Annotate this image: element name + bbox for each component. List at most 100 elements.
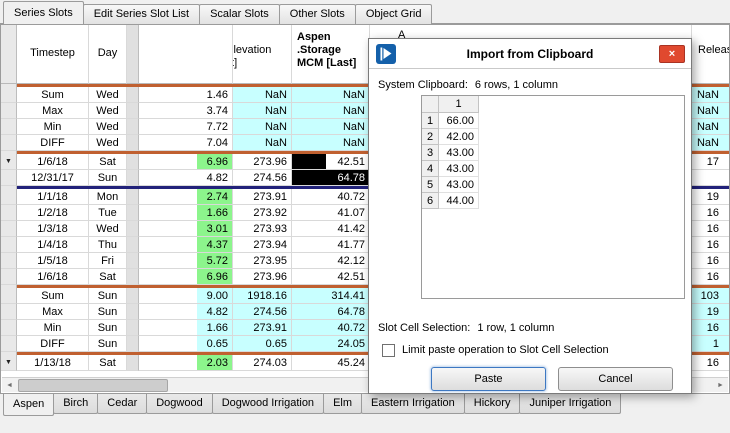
cell-timestep[interactable]: DIFF [17,135,89,151]
cell-value[interactable]: 0.65 [233,336,292,352]
cell-value[interactable]: 16 [692,355,730,371]
cell-value[interactable]: 41.77 [292,237,370,253]
cell-value[interactable]: 16 [692,253,730,269]
cell-value[interactable]: NaN [292,87,370,103]
collapse-arrow-icon[interactable]: ▼ [1,154,17,170]
cell-day[interactable]: Sun [89,288,127,304]
grid-cell[interactable]: 43.00 [439,145,479,161]
tab-object-grid[interactable]: Object Grid [355,4,433,24]
cell-day[interactable]: Thu [89,237,127,253]
column-header-storage[interactable]: Aspen .Storage MCM [Last] [292,25,370,84]
cell-value[interactable]: 5.72 [139,253,233,269]
grid-cell[interactable]: 44.00 [439,193,479,209]
cell-value[interactable]: 4.82 [139,170,233,186]
cell-value[interactable]: 19 [692,304,730,320]
grid-row-header[interactable]: 3 [422,145,439,161]
cell-value[interactable]: 273.95 [233,253,292,269]
cell-day[interactable]: Sun [89,336,127,352]
cell-value-partially-selected[interactable]: 42.51 [292,154,370,170]
tab-series-slots[interactable]: Series Slots [3,1,84,24]
cell-timestep[interactable]: Min [17,119,89,135]
tab-edit-series-slot-list[interactable]: Edit Series Slot List [83,4,200,24]
cell-day[interactable]: Sun [89,320,127,336]
cell-value[interactable]: NaN [692,135,730,151]
cell-value[interactable]: NaN [292,119,370,135]
cell-timestep[interactable]: 1/5/18 [17,253,89,269]
grid-cell[interactable]: 43.00 [439,177,479,193]
cell-timestep[interactable]: 1/1/18 [17,189,89,205]
cell-value[interactable]: 17 [692,154,730,170]
cell-value[interactable]: NaN [233,135,292,151]
tab-other-slots[interactable]: Other Slots [279,4,356,24]
cell-timestep[interactable]: Sum [17,288,89,304]
grid-cell[interactable]: 42.00 [439,129,479,145]
grid-corner[interactable] [422,96,439,113]
cell-day[interactable]: Wed [89,135,127,151]
scroll-left-icon[interactable]: ◄ [2,379,17,392]
cell-timestep[interactable]: Max [17,304,89,320]
cell-day[interactable]: Wed [89,103,127,119]
cell-value[interactable]: 273.91 [233,189,292,205]
object-tab-juniper-irrigation[interactable]: Juniper Irrigation [519,394,621,414]
cell-day[interactable]: Tue [89,205,127,221]
cell-timestep[interactable]: 1/4/18 [17,237,89,253]
cell-value[interactable]: 3.74 [139,103,233,119]
cell-value[interactable]: 2.74 [139,189,233,205]
cell-value[interactable]: 4.37 [139,237,233,253]
cell-value[interactable]: 273.96 [233,154,292,170]
dialog-titlebar[interactable]: Import from Clipboard × [369,39,691,69]
cell-timestep[interactable]: DIFF [17,336,89,352]
cell-timestep[interactable]: 1/3/18 [17,221,89,237]
cell-value[interactable]: 42.12 [292,253,370,269]
cell-value[interactable]: NaN [692,103,730,119]
grid-column-header[interactable]: 1 [439,96,479,113]
cell-value[interactable]: 19 [692,189,730,205]
grid-row-header[interactable]: 6 [422,193,439,209]
cell-value[interactable]: 274.56 [233,170,292,186]
cell-timestep[interactable]: Sum [17,87,89,103]
cell-day[interactable]: Fri [89,253,127,269]
cell-timestep[interactable]: 1/6/18 [17,154,89,170]
cell-value[interactable]: 45.24 [292,355,370,371]
grid-row-header[interactable]: 2 [422,129,439,145]
cell-day[interactable]: Sun [89,304,127,320]
cell-value[interactable]: 274.03 [233,355,292,371]
cell-value[interactable]: 0.65 [139,336,233,352]
cell-timestep[interactable]: 1/13/18 [17,355,89,371]
cell-value[interactable]: NaN [692,87,730,103]
cell-value[interactable]: 103 [692,288,730,304]
column-header-day[interactable]: Day [89,25,127,84]
cell-value[interactable]: 6.96 [139,269,233,285]
cell-value[interactable]: 3.01 [139,221,233,237]
object-tab-eastern-irrigation[interactable]: Eastern Irrigation [361,394,465,414]
cell-value[interactable]: 1918.16 [233,288,292,304]
column-header-timestep[interactable]: Timestep [17,25,89,84]
cell-timestep[interactable]: 12/31/17 [17,170,89,186]
cell-day[interactable]: Wed [89,119,127,135]
cell-value[interactable]: 16 [692,269,730,285]
cell-day[interactable]: Sat [89,269,127,285]
cell-value[interactable]: NaN [692,119,730,135]
cell-value-selected[interactable]: 64.78 [292,170,370,186]
object-tab-aspen[interactable]: Aspen [3,394,54,416]
cell-timestep[interactable]: Min [17,320,89,336]
cell-value[interactable]: 314.41 [292,288,370,304]
cell-timestep[interactable]: 1/6/18 [17,269,89,285]
cell-value[interactable]: 41.07 [292,205,370,221]
grid-cell[interactable]: 43.00 [439,161,479,177]
column-header-release[interactable]: Release [692,25,730,84]
close-icon[interactable]: × [659,45,685,63]
grid-row-header[interactable]: 1 [422,113,439,129]
cell-value[interactable]: 273.91 [233,320,292,336]
cell-value[interactable]: 16 [692,221,730,237]
cell-timestep[interactable]: Max [17,103,89,119]
object-tab-elm[interactable]: Elm [323,394,362,414]
grid-row-header[interactable]: 4 [422,161,439,177]
cancel-button[interactable]: Cancel [558,367,673,391]
object-tab-dogwood[interactable]: Dogwood [146,394,212,414]
cell-value[interactable]: 7.04 [139,135,233,151]
cell-day[interactable]: Wed [89,87,127,103]
cell-value[interactable]: 7.72 [139,119,233,135]
cell-value[interactable]: 2.03 [139,355,233,371]
cell-day[interactable]: Mon [89,189,127,205]
